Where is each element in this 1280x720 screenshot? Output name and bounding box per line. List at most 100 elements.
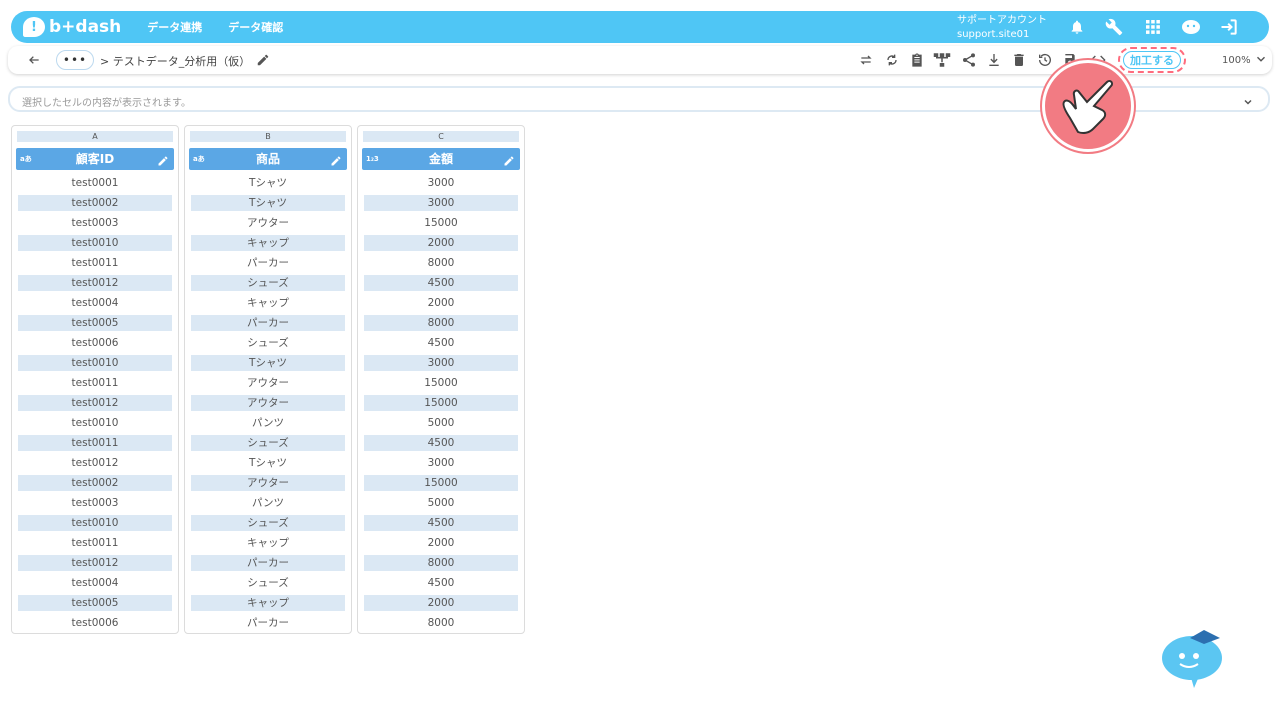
table-cell[interactable]: キャップ <box>191 535 345 551</box>
back-arrow-icon[interactable] <box>26 52 42 68</box>
edit-pencil-icon[interactable] <box>503 152 515 166</box>
table-cell[interactable]: test0012 <box>18 395 172 411</box>
table-cell[interactable]: パンツ <box>191 415 345 431</box>
table-cell[interactable]: パンツ <box>191 495 345 511</box>
table-cell[interactable]: キャップ <box>191 295 345 311</box>
breadcrumb-more-button[interactable]: ••• <box>56 50 94 70</box>
table-cell[interactable]: Tシャツ <box>191 355 345 371</box>
table-cell[interactable]: アウター <box>191 395 345 411</box>
table-cell[interactable]: 15000 <box>364 395 518 411</box>
download-icon[interactable] <box>985 51 1003 69</box>
table-cell[interactable]: パーカー <box>191 315 345 331</box>
table-cell[interactable]: Tシャツ <box>191 195 345 211</box>
table-cell[interactable]: 15000 <box>364 475 518 491</box>
mascot-icon[interactable] <box>1181 17 1201 37</box>
table-cell[interactable]: test0011 <box>18 375 172 391</box>
table-cell[interactable]: 2000 <box>364 235 518 251</box>
table-cell[interactable]: test0011 <box>18 255 172 271</box>
table-cell[interactable]: test0005 <box>18 315 172 331</box>
column-letter[interactable]: B <box>190 131 346 142</box>
mascot-cloud-icon[interactable] <box>1160 626 1228 692</box>
table-cell[interactable]: test0004 <box>18 575 172 591</box>
column-letter[interactable]: C <box>363 131 519 142</box>
table-cell[interactable]: シューズ <box>191 335 345 351</box>
table-cell[interactable]: 8000 <box>364 315 518 331</box>
table-cell[interactable]: test0006 <box>18 335 172 351</box>
wrench-icon[interactable] <box>1104 17 1124 37</box>
table-cell[interactable]: アウター <box>191 475 345 491</box>
tree-icon[interactable] <box>933 51 951 69</box>
column-header-customer-id[interactable]: aあ 顧客ID <box>16 148 174 170</box>
table-cell[interactable]: test0010 <box>18 415 172 431</box>
table-cell[interactable]: 4500 <box>364 335 518 351</box>
table-cell[interactable]: 3000 <box>364 455 518 471</box>
table-cell[interactable]: シューズ <box>191 435 345 451</box>
table-cell[interactable]: 3000 <box>364 175 518 191</box>
table-cell[interactable]: test0004 <box>18 295 172 311</box>
nav-item-data-integration[interactable]: データ連携 <box>147 19 202 35</box>
table-cell[interactable]: キャップ <box>191 235 345 251</box>
table-cell[interactable]: アウター <box>191 375 345 391</box>
trash-icon[interactable] <box>1010 51 1028 69</box>
table-cell[interactable]: test0001 <box>18 175 172 191</box>
table-cell[interactable]: test0010 <box>18 515 172 531</box>
table-cell[interactable]: test0010 <box>18 355 172 371</box>
table-cell[interactable]: 4500 <box>364 575 518 591</box>
table-cell[interactable]: 2000 <box>364 535 518 551</box>
table-cell[interactable]: 4500 <box>364 435 518 451</box>
table-cell[interactable]: test0006 <box>18 615 172 631</box>
table-cell[interactable]: シューズ <box>191 515 345 531</box>
table-cell[interactable]: 8000 <box>364 255 518 271</box>
zoom-select[interactable]: 100% <box>1198 50 1270 70</box>
logout-icon[interactable] <box>1219 17 1239 37</box>
table-cell[interactable]: test0012 <box>18 275 172 291</box>
table-cell[interactable]: 15000 <box>364 215 518 231</box>
table-cell[interactable]: 8000 <box>364 615 518 631</box>
column-header-amount[interactable]: 1₂3 金額 <box>362 148 520 170</box>
table-cell[interactable]: 4500 <box>364 275 518 291</box>
column-header-product[interactable]: aあ 商品 <box>189 148 347 170</box>
table-cell[interactable]: 15000 <box>364 375 518 391</box>
table-cell[interactable]: シューズ <box>191 575 345 591</box>
table-cell[interactable]: 5000 <box>364 415 518 431</box>
nav-item-data-check[interactable]: データ確認 <box>228 19 283 35</box>
sync-icon[interactable] <box>883 51 901 69</box>
table-cell[interactable]: アウター <box>191 215 345 231</box>
column-letter[interactable]: A <box>17 131 173 142</box>
table-cell[interactable]: パーカー <box>191 255 345 271</box>
share-icon[interactable] <box>960 51 978 69</box>
table-cell[interactable]: test0003 <box>18 495 172 511</box>
table-cell[interactable]: パーカー <box>191 555 345 571</box>
table-cell[interactable]: 5000 <box>364 495 518 511</box>
edit-pencil-icon[interactable] <box>157 152 169 166</box>
clipboard-icon[interactable] <box>908 51 926 69</box>
edit-pencil-icon[interactable] <box>330 152 342 166</box>
apps-grid-icon[interactable] <box>1143 17 1163 37</box>
table-cell[interactable]: test0010 <box>18 235 172 251</box>
repeat-icon[interactable] <box>857 51 875 69</box>
table-cell[interactable]: test0002 <box>18 195 172 211</box>
table-cell[interactable]: Tシャツ <box>191 455 345 471</box>
bell-icon[interactable] <box>1067 17 1087 37</box>
table-cell[interactable]: test0012 <box>18 455 172 471</box>
table-cell[interactable]: test0003 <box>18 215 172 231</box>
table-cell[interactable]: 8000 <box>364 555 518 571</box>
table-cell[interactable]: test0005 <box>18 595 172 611</box>
table-cell[interactable]: test0011 <box>18 535 172 551</box>
table-cell[interactable]: test0011 <box>18 435 172 451</box>
logo[interactable]: ! b+dash <box>23 17 121 37</box>
account-info[interactable]: サポートアカウント support.site01 <box>957 14 1047 42</box>
table-cell[interactable]: Tシャツ <box>191 175 345 191</box>
table-cell[interactable]: test0012 <box>18 555 172 571</box>
table-cell[interactable]: 2000 <box>364 595 518 611</box>
rename-pencil-icon[interactable] <box>256 52 270 66</box>
table-cell[interactable]: シューズ <box>191 275 345 291</box>
table-cell[interactable]: 4500 <box>364 515 518 531</box>
chevron-down-icon[interactable] <box>1242 93 1254 105</box>
table-cell[interactable]: 3000 <box>364 195 518 211</box>
table-cell[interactable]: 2000 <box>364 295 518 311</box>
table-cell[interactable]: 3000 <box>364 355 518 371</box>
table-cell[interactable]: パーカー <box>191 615 345 631</box>
table-cell[interactable]: キャップ <box>191 595 345 611</box>
table-cell[interactable]: test0002 <box>18 475 172 491</box>
